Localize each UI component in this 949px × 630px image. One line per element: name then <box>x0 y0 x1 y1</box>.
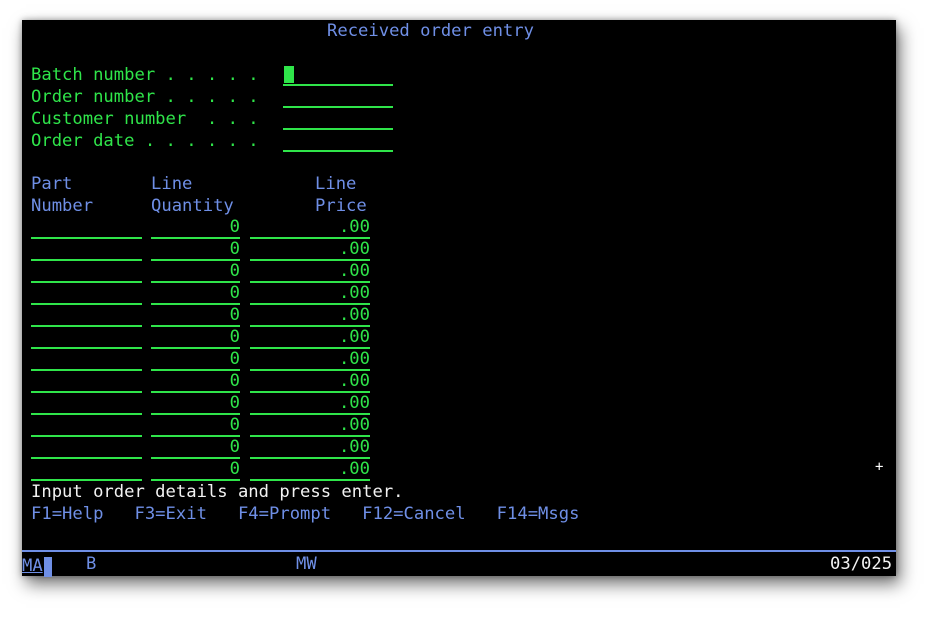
mw-indicator: MW <box>296 554 317 574</box>
b-indicator: B <box>86 554 97 574</box>
status-bar: MA B MW 03/025 <box>22 550 896 578</box>
line-quantity-input[interactable]: 0 <box>151 239 240 261</box>
line-quantity-input[interactable]: 0 <box>151 415 240 437</box>
line-quantity-input[interactable]: 0 <box>151 393 240 415</box>
terminal-screen: Received order entry Batch number . . . … <box>22 20 896 578</box>
line-price-input[interactable]: .00 <box>250 415 370 437</box>
batch-number-input[interactable] <box>283 64 393 86</box>
mode-block-cursor <box>44 557 52 577</box>
line-price-input[interactable]: .00 <box>250 283 370 305</box>
part-number-input[interactable] <box>31 327 142 349</box>
customer-number-input[interactable] <box>283 108 393 130</box>
order-date-label: Order date . . . . . . <box>31 131 259 151</box>
line-price-input[interactable]: .00 <box>250 459 370 481</box>
column-header-qty-line1: Line <box>151 174 193 194</box>
line-price-input[interactable]: .00 <box>250 217 370 239</box>
screen-title: Received order entry <box>327 21 534 41</box>
part-number-input[interactable] <box>31 283 142 305</box>
part-number-input[interactable] <box>31 459 142 481</box>
column-header-price-line2: Price <box>315 196 367 216</box>
line-price-input[interactable]: .00 <box>250 239 370 261</box>
part-number-input[interactable] <box>31 217 142 239</box>
line-quantity-input[interactable]: 0 <box>151 459 240 481</box>
line-price-input[interactable]: .00 <box>250 393 370 415</box>
part-number-input[interactable] <box>31 371 142 393</box>
order-number-input[interactable] <box>283 86 393 108</box>
batch-number-label: Batch number . . . . . <box>31 65 259 85</box>
order-number-label: Order number . . . . . <box>31 87 259 107</box>
column-header-price-line1: Line <box>315 174 357 194</box>
line-price-input[interactable]: .00 <box>250 327 370 349</box>
column-header-qty-line2: Quantity <box>151 196 234 216</box>
order-date-input[interactable] <box>283 130 393 152</box>
line-price-input[interactable]: .00 <box>250 349 370 371</box>
column-header-part-line2: Number <box>31 196 94 216</box>
part-number-input[interactable] <box>31 393 142 415</box>
cursor-position: 03/025 <box>830 554 893 574</box>
line-price-input[interactable]: .00 <box>250 261 370 283</box>
part-number-input[interactable] <box>31 261 142 283</box>
line-quantity-input[interactable]: 0 <box>151 349 240 371</box>
part-number-input[interactable] <box>31 415 142 437</box>
line-quantity-input[interactable]: 0 <box>151 283 240 305</box>
line-quantity-input[interactable]: 0 <box>151 217 240 239</box>
more-records-indicator: + <box>875 459 884 475</box>
part-number-input[interactable] <box>31 239 142 261</box>
mode-indicator-text: MA <box>22 556 43 576</box>
line-price-input[interactable]: .00 <box>250 437 370 459</box>
part-number-input[interactable] <box>31 349 142 371</box>
line-quantity-input[interactable]: 0 <box>151 327 240 349</box>
line-quantity-input[interactable]: 0 <box>151 371 240 393</box>
line-price-input[interactable]: .00 <box>250 371 370 393</box>
mode-indicator: MA <box>22 554 52 577</box>
part-number-input[interactable] <box>31 305 142 327</box>
column-header-part-line1: Part <box>31 174 73 194</box>
text-cursor <box>284 66 294 83</box>
line-quantity-input[interactable]: 0 <box>151 261 240 283</box>
line-price-input[interactable]: .00 <box>250 305 370 327</box>
line-quantity-input[interactable]: 0 <box>151 305 240 327</box>
instruction-message: Input order details and press enter. <box>31 482 404 502</box>
line-quantity-input[interactable]: 0 <box>151 437 240 459</box>
function-key-legend: F1=Help F3=Exit F4=Prompt F12=Cancel F14… <box>31 504 580 524</box>
part-number-input[interactable] <box>31 437 142 459</box>
customer-number-label: Customer number . . . <box>31 109 259 129</box>
